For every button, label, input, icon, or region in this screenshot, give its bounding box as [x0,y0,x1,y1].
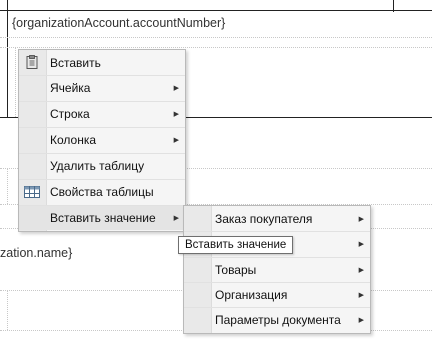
submenu-arrow-icon: ▶ [358,215,364,223]
menu-item-label: Параметры документа [215,313,341,327]
menu-item-label: Свойства таблицы [50,185,154,199]
menu-item-label: Товары [215,263,257,277]
account-number-field[interactable]: {organizationAccount.accountNumber} [12,16,225,30]
row-divider [0,37,432,38]
menu-item-label: Организация [215,288,288,302]
org-name-field[interactable]: zation.name} [0,246,72,260]
submenu-item-organization[interactable]: Организация ▶ [184,282,370,307]
context-menu: Вставить Ячейка ▶ Строка ▶ Колонка ▶ Уда… [18,49,186,232]
submenu-arrow-icon: ▶ [173,137,179,144]
submenu-arrow-icon: ▶ [173,85,179,92]
row-divider [0,47,432,48]
submenu-arrow-icon: ▶ [358,317,364,324]
menu-item-row[interactable]: Строка ▶ [19,101,185,126]
table-border-top [0,10,432,11]
submenu-arrow-icon: ▶ [358,267,364,274]
submenu-arrow-icon: ▶ [173,111,179,118]
submenu-arrow-icon: ▶ [358,292,364,299]
tooltip: Вставить значение [178,236,294,254]
menu-item-cell[interactable]: Ячейка ▶ [19,75,185,100]
cell-divider [7,168,8,204]
cell-divider [15,47,16,117]
menu-item-label: Вставить значение [50,211,156,225]
menu-item-table-properties[interactable]: Свойства таблицы [19,179,185,204]
menu-item-label: Колонка [50,133,97,147]
menu-item-paste[interactable]: Вставить [19,50,185,75]
table-border-divider [393,0,394,12]
table-icon [24,185,40,199]
cell-divider [7,290,8,330]
menu-item-label: Удалить таблицу [50,159,145,173]
submenu-arrow-icon: ▶ [173,215,179,222]
menu-item-label: Заказ покупателя [215,211,313,226]
menu-item-label: Строка [50,107,90,121]
menu-item-label: Ячейка [50,81,91,95]
table-border-left [7,0,8,118]
insert-value-submenu: Заказ покупателя ▶ ▶ Товары ▶ Организаци… [183,205,371,334]
menu-item-insert-value[interactable]: Вставить значение ▶ [19,205,185,230]
submenu-item-customer-order[interactable]: Заказ покупателя ▶ [184,206,370,231]
menu-item-delete-table[interactable]: Удалить таблицу [19,153,185,178]
submenu-item-document-params[interactable]: Параметры документа ▶ [184,307,370,332]
submenu-item-goods[interactable]: Товары ▶ [184,257,370,282]
paste-icon [24,55,40,69]
submenu-arrow-icon: ▶ [358,241,364,248]
menu-item-label: Вставить [50,55,101,70]
menu-item-column[interactable]: Колонка ▶ [19,127,185,152]
